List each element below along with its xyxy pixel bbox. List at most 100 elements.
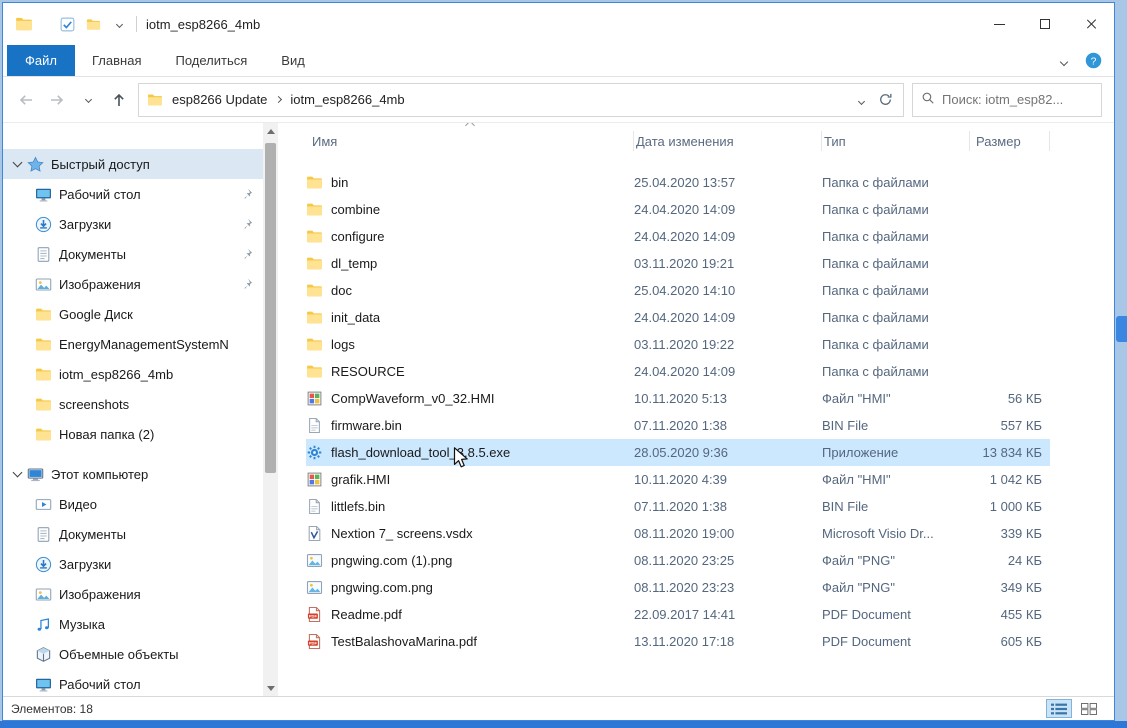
file-row[interactable]: littlefs.bin 07.11.2020 1:38 BIN File 1 … (306, 493, 1050, 520)
file-row[interactable]: configure 24.04.2020 14:09 Папка с файла… (306, 223, 1050, 250)
sidebar-item[interactable]: Видео (3, 489, 263, 519)
sidebar-item-label: Этот компьютер (51, 467, 148, 482)
sidebar-scrollbar[interactable] (263, 123, 278, 696)
back-button[interactable] (15, 89, 37, 111)
tab-file[interactable]: Файл (7, 45, 75, 76)
pin-icon (241, 217, 254, 230)
sidebar-item[interactable]: Загрузки (3, 209, 263, 239)
sidebar-item[interactable]: Быстрый доступ (3, 149, 263, 179)
column-header-date-modified[interactable]: Дата изменения (634, 131, 822, 151)
scroll-up-button[interactable] (263, 123, 278, 139)
documents-icon (35, 526, 52, 543)
sidebar-item[interactable]: screenshots (3, 389, 263, 419)
qat-customize-dropdown[interactable] (111, 16, 127, 32)
recent-locations-dropdown[interactable] (77, 89, 99, 111)
file-size: 349 КБ (970, 580, 1050, 595)
file-row[interactable]: combine 24.04.2020 14:09 Папка с файлами (306, 196, 1050, 223)
file-row[interactable]: grafik.HMI 10.11.2020 4:39 Файл "HMI" 1 … (306, 466, 1050, 493)
sidebar-item[interactable]: Рабочий стол (3, 669, 263, 696)
thumbnails-view-button[interactable] (1076, 699, 1102, 718)
folder-icon (306, 174, 323, 191)
sidebar-item-label: screenshots (59, 397, 129, 412)
file-name: configure (331, 229, 384, 244)
sidebar-item[interactable]: Музыка (3, 609, 263, 639)
file-row[interactable]: RESOURCE 24.04.2020 14:09 Папка с файлам… (306, 358, 1050, 385)
folder-icon (35, 306, 52, 323)
file-name: RESOURCE (331, 364, 405, 379)
file-row[interactable]: doc 25.04.2020 14:10 Папка с файлами (306, 277, 1050, 304)
file-row[interactable]: logs 03.11.2020 19:22 Папка с файлами (306, 331, 1050, 358)
sidebar-item[interactable]: Загрузки (3, 549, 263, 579)
chevron-down-icon[interactable] (9, 162, 25, 166)
breadcrumb-segment[interactable]: esp8266 Update (170, 92, 269, 107)
sidebar-item[interactable]: Новая папка (2) (3, 419, 263, 449)
status-bar: Элементов: 18 (3, 696, 1114, 720)
sidebar-item[interactable]: Google Диск (3, 299, 263, 329)
file-name: flash_download_tool_3.8.5.exe (331, 445, 510, 460)
qat-properties-button[interactable] (59, 16, 75, 32)
minimize-icon (994, 24, 1005, 25)
video-icon (35, 496, 52, 513)
file-row[interactable]: pngwing.com.png 08.11.2020 23:23 Файл "P… (306, 574, 1050, 601)
file-size: 605 КБ (970, 634, 1050, 649)
file-type: Папка с файлами (822, 202, 970, 217)
chevron-down-icon[interactable] (9, 472, 25, 476)
breadcrumb-segment[interactable]: iotm_esp8266_4mb (288, 92, 406, 107)
collapse-ribbon-button[interactable] (1061, 53, 1067, 68)
sidebar-item[interactable]: Этот компьютер (3, 459, 263, 489)
column-header-size[interactable]: Размер (970, 131, 1050, 151)
triangle-down-icon (267, 686, 275, 691)
scroll-down-button[interactable] (263, 680, 278, 696)
items-count: Элементов: 18 (11, 702, 93, 716)
address-dropdown-button[interactable] (859, 92, 864, 107)
sidebar-item[interactable]: Изображения (3, 269, 263, 299)
file-row[interactable]: flash_download_tool_3.8.5.exe 28.05.2020… (306, 439, 1050, 466)
sidebar-item-label: Рабочий стол (59, 677, 141, 692)
tab-share[interactable]: Поделиться (158, 45, 264, 76)
close-button[interactable] (1068, 3, 1114, 45)
forward-button[interactable] (46, 89, 68, 111)
file-row[interactable]: PDF Readme.pdf 22.09.2017 14:41 PDF Docu… (306, 601, 1050, 628)
file-row[interactable]: dl_temp 03.11.2020 19:21 Папка с файлами (306, 250, 1050, 277)
tab-view[interactable]: Вид (264, 45, 322, 76)
tab-home[interactable]: Главная (75, 45, 158, 76)
file-type: Файл "HMI" (822, 391, 970, 406)
sidebar-item[interactable]: Документы (3, 239, 263, 269)
pin-icon (241, 277, 254, 290)
search-box[interactable] (912, 83, 1102, 117)
file-row[interactable]: PDF TestBalashovaMarina.pdf 13.11.2020 1… (306, 628, 1050, 655)
svg-text:PDF: PDF (309, 614, 318, 619)
pictures-icon (35, 586, 52, 603)
minimize-button[interactable] (976, 3, 1022, 45)
up-button[interactable] (108, 89, 130, 111)
search-input[interactable] (942, 92, 1093, 107)
details-view-button[interactable] (1046, 699, 1072, 718)
sort-ascending-icon (465, 123, 475, 130)
file-row[interactable]: CompWaveform_v0_32.HMI 10.11.2020 5:13 Ф… (306, 385, 1050, 412)
sidebar-item[interactable]: Объемные объекты (3, 639, 263, 669)
file-row[interactable]: init_data 24.04.2020 14:09 Папка с файла… (306, 304, 1050, 331)
file-name: pngwing.com.png (331, 580, 433, 595)
refresh-button[interactable] (878, 92, 893, 107)
breadcrumb-separator-icon[interactable] (276, 97, 281, 102)
qat-new-folder-button[interactable] (85, 16, 101, 32)
address-breadcrumb-bar[interactable]: esp8266 Update iotm_esp8266_4mb (138, 83, 904, 117)
scrollbar-thumb[interactable] (265, 143, 276, 473)
documents-icon (35, 246, 52, 263)
sidebar-item[interactable]: Изображения (3, 579, 263, 609)
sidebar-item[interactable]: Документы (3, 519, 263, 549)
sidebar-item[interactable]: EnergyManagementSystemN (3, 329, 263, 359)
pin-icon (241, 187, 254, 200)
file-row[interactable]: pngwing.com (1).png 08.11.2020 23:25 Фай… (306, 547, 1050, 574)
help-button[interactable]: ? (1085, 52, 1102, 69)
sidebar-item[interactable]: Рабочий стол (3, 179, 263, 209)
column-header-name[interactable]: Имя (306, 131, 634, 151)
file-row[interactable]: firmware.bin 07.11.2020 1:38 BIN File 55… (306, 412, 1050, 439)
file-row[interactable]: bin 25.04.2020 13:57 Папка с файлами (306, 169, 1050, 196)
pdf-file-icon: PDF (306, 606, 323, 623)
sidebar-item[interactable]: iotm_esp8266_4mb (3, 359, 263, 389)
column-header-type[interactable]: Тип (822, 131, 970, 151)
file-row[interactable]: Nextion 7_ screens.vsdx 08.11.2020 19:00… (306, 520, 1050, 547)
maximize-button[interactable] (1022, 3, 1068, 45)
chevron-down-icon (115, 20, 122, 27)
